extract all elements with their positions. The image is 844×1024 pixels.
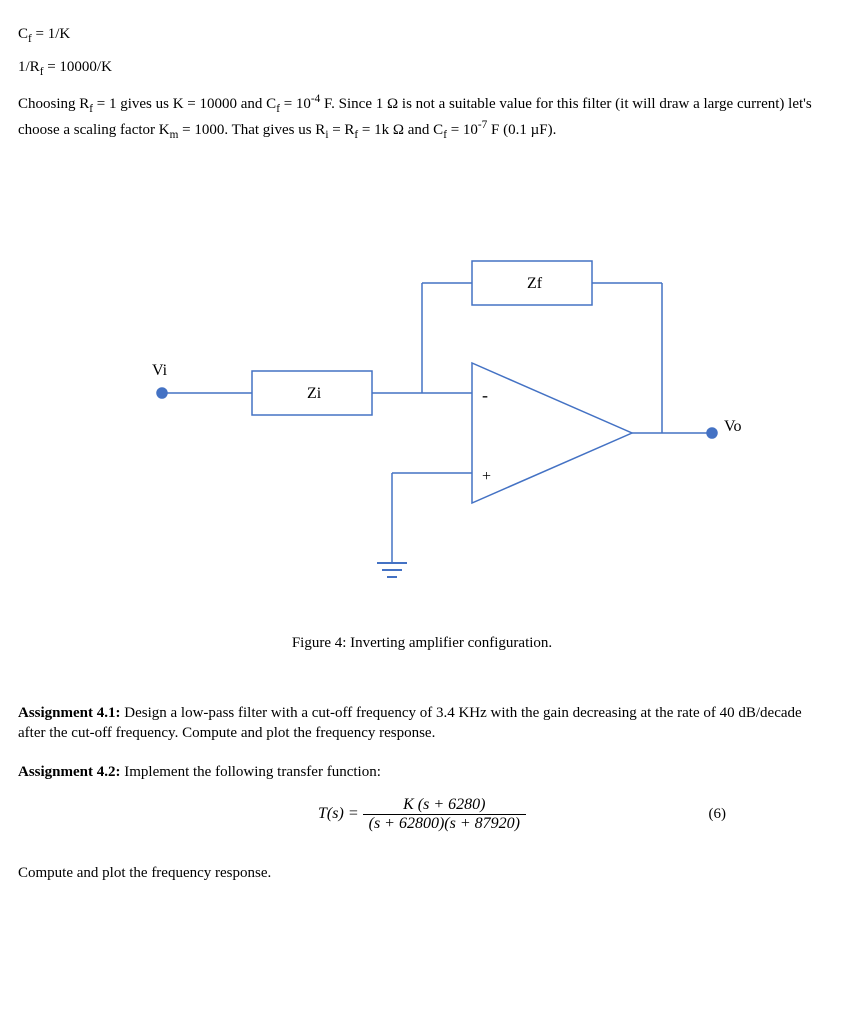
assignment-4-2: Assignment 4.2: Implement the following … — [18, 762, 826, 782]
minus-label: - — [482, 385, 488, 405]
paragraph-choosing: Choosing Rf = 1 gives us K = 10000 and C… — [18, 92, 826, 142]
vi-node — [157, 388, 167, 398]
eq-number: (6) — [709, 806, 727, 823]
eq-numerator: K (s + 6280) — [363, 796, 526, 815]
zf-label: Zf — [527, 275, 543, 292]
circuit-diagram: Vi Zi Zf - + Vo — [18, 203, 826, 603]
plus-label: + — [482, 468, 491, 485]
assignment-4-1: Assignment 4.1: Design a low-pass filter… — [18, 703, 826, 744]
vo-node — [707, 428, 717, 438]
zi-label: Zi — [307, 385, 322, 402]
assignment-4-2-text: Implement the following transfer functio… — [121, 764, 381, 780]
vi-label: Vi — [152, 362, 168, 379]
figure-caption: Figure 4: Inverting amplifier configurat… — [18, 633, 826, 653]
eq-lhs: T(s) = — [318, 805, 363, 822]
vo-label: Vo — [724, 418, 742, 435]
eq-denominator: (s + 62800)(s + 87920) — [363, 815, 526, 833]
formula-cf: Cf = 1/K — [18, 24, 826, 47]
equation-6: T(s) = K (s + 6280) (s + 62800)(s + 8792… — [18, 796, 826, 833]
final-instruction: Compute and plot the frequency response. — [18, 863, 826, 883]
assignment-4-1-label: Assignment 4.1: — [18, 705, 121, 721]
circuit-svg: Vi Zi Zf - + Vo — [102, 203, 742, 603]
formula-rf: 1/Rf = 10000/K — [18, 57, 826, 80]
assignment-4-2-label: Assignment 4.2: — [18, 764, 121, 780]
assignment-4-1-text: Design a low-pass filter with a cut-off … — [18, 705, 802, 741]
